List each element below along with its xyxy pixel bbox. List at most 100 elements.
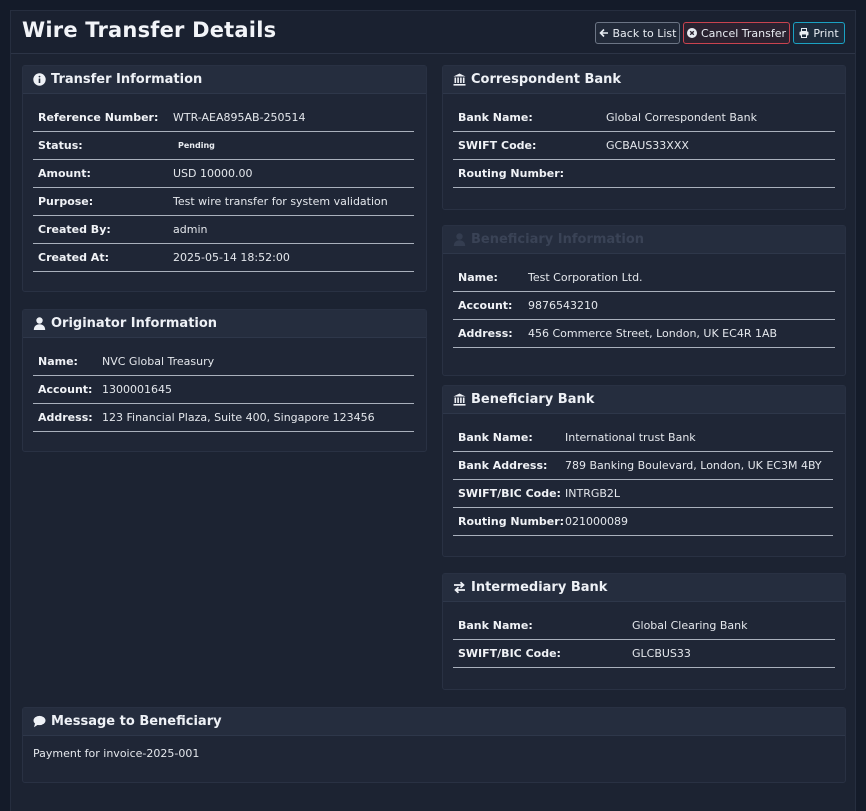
correspondent-routing-label: Routing Number: <box>458 167 565 180</box>
amount-value: USD 10000.00 <box>173 167 253 180</box>
amount-row: Amount: USD 10000.00 <box>33 160 414 188</box>
user-icon <box>453 233 466 246</box>
page-title: Wire Transfer Details <box>22 18 277 42</box>
beneficiary-bank-card: Beneficiary Bank Bank Name: Internationa… <box>442 385 846 557</box>
beneficiary-bank-swift-label: SWIFT/BIC Code: <box>458 487 561 500</box>
bank-icon <box>453 73 466 86</box>
amount-label: Amount: <box>38 167 91 180</box>
intermediary-bank-card: Intermediary Bank Bank Name: Global Clea… <box>442 573 846 690</box>
printer-icon <box>799 28 809 38</box>
correspondent-bank-header: Correspondent Bank <box>443 66 845 94</box>
purpose-row: Purpose: Test wire transfer for system v… <box>33 188 414 216</box>
intermediary-bank-title: Intermediary Bank <box>471 580 608 595</box>
reference-number-label: Reference Number: <box>38 111 159 124</box>
beneficiary-bank-address-value: 789 Banking Boulevard, London, UK EC3M 4… <box>565 459 822 472</box>
beneficiary-address-row: Address: 456 Commerce Street, London, UK… <box>453 320 835 348</box>
back-to-list-button[interactable]: Back to List <box>595 22 680 44</box>
originator-account-row: Account: 1300001645 <box>33 376 414 404</box>
message-card: Message to Beneficiary Payment for invoi… <box>22 707 846 783</box>
wire-transfer-page: Wire Transfer Details Back to List Cance… <box>10 10 856 811</box>
beneficiary-name-label: Name: <box>458 271 498 284</box>
cancel-transfer-button[interactable]: Cancel Transfer <box>683 22 790 44</box>
transfer-information-title: Transfer Information <box>51 72 203 87</box>
status-row: Status: Pending <box>33 132 414 160</box>
intermediary-swift-value: GLCBUS33 <box>632 647 691 660</box>
correspondent-bank-title: Correspondent Bank <box>471 72 622 87</box>
message-text: Payment for invoice-2025-001 <box>33 747 200 760</box>
originator-address-row: Address: 123 Financial Plaza, Suite 400,… <box>33 404 414 432</box>
originator-name-label: Name: <box>38 355 78 368</box>
beneficiary-bank-name-label: Bank Name: <box>458 431 533 444</box>
correspondent-bank-name-value: Global Correspondent Bank <box>606 111 757 124</box>
intermediary-bank-header: Intermediary Bank <box>443 574 845 602</box>
print-label: Print <box>813 26 839 40</box>
created-by-row: Created By: admin <box>33 216 414 244</box>
beneficiary-name-value: Test Corporation Ltd. <box>528 271 643 284</box>
intermediary-swift-row: SWIFT/BIC Code: GLCBUS33 <box>453 640 835 668</box>
correspondent-swift-label: SWIFT Code: <box>458 139 537 152</box>
exchange-arrows-icon <box>454 581 465 594</box>
reference-number-row: Reference Number: WTR-AEA895AB-250514 <box>33 104 414 132</box>
beneficiary-address-label: Address: <box>458 327 513 340</box>
intermediary-bank-name-row: Bank Name: Global Clearing Bank <box>453 612 835 640</box>
originator-name-value: NVC Global Treasury <box>102 355 215 368</box>
originator-information-card: Originator Information Name: NVC Global … <box>22 309 427 452</box>
user-icon <box>33 317 46 330</box>
beneficiary-account-value: 9876543210 <box>528 299 598 312</box>
created-at-value: 2025-05-14 18:52:00 <box>173 251 290 264</box>
beneficiary-bank-name-value: International trust Bank <box>565 431 696 444</box>
comment-icon <box>33 715 46 728</box>
created-at-label: Created At: <box>38 251 109 264</box>
beneficiary-information-title: Beneficiary Information <box>471 232 645 247</box>
print-button[interactable]: Print <box>793 22 845 44</box>
beneficiary-bank-swift-value: INTRGB2L <box>565 487 621 500</box>
status-badge: Pending <box>178 141 215 150</box>
beneficiary-bank-swift-row: SWIFT/BIC Code: INTRGB2L <box>453 480 833 508</box>
beneficiary-information-card: Beneficiary Information Name: Test Corpo… <box>442 225 846 376</box>
cancel-transfer-label: Cancel Transfer <box>701 26 786 40</box>
purpose-value: Test wire transfer for system validation <box>173 195 388 208</box>
beneficiary-name-row: Name: Test Corporation Ltd. <box>453 264 835 292</box>
beneficiary-address-value: 456 Commerce Street, London, UK EC4R 1AB <box>528 327 778 340</box>
beneficiary-account-row: Account: 9876543210 <box>453 292 835 320</box>
intermediary-swift-label: SWIFT/BIC Code: <box>458 647 561 660</box>
back-to-list-label: Back to List <box>612 26 677 40</box>
correspondent-bank-name-row: Bank Name: Global Correspondent Bank <box>453 104 835 132</box>
intermediary-bank-name-value: Global Clearing Bank <box>632 619 748 632</box>
times-circle-icon <box>687 28 697 38</box>
originator-address-label: Address: <box>38 411 93 424</box>
info-circle-icon <box>33 73 46 86</box>
correspondent-routing-row: Routing Number: <box>453 160 835 188</box>
originator-account-label: Account: <box>38 383 93 396</box>
beneficiary-bank-routing-label: Routing Number: <box>458 515 565 528</box>
transfer-information-header: Transfer Information <box>23 66 426 94</box>
beneficiary-bank-header: Beneficiary Bank <box>443 386 845 414</box>
correspondent-swift-row: SWIFT Code: GCBAUS33XXX <box>453 132 835 160</box>
beneficiary-information-header: Beneficiary Information <box>443 226 845 254</box>
beneficiary-bank-address-row: Bank Address: 789 Banking Boulevard, Lon… <box>453 452 833 480</box>
intermediary-bank-name-label: Bank Name: <box>458 619 533 632</box>
bank-icon <box>453 393 466 406</box>
message-header: Message to Beneficiary <box>23 708 845 736</box>
created-by-label: Created By: <box>38 223 111 236</box>
beneficiary-bank-address-label: Bank Address: <box>458 459 548 472</box>
page-header: Wire Transfer Details Back to List Cance… <box>11 11 855 54</box>
originator-information-title: Originator Information <box>51 316 218 331</box>
created-at-row: Created At: 2025-05-14 18:52:00 <box>33 244 414 272</box>
beneficiary-account-label: Account: <box>458 299 513 312</box>
message-title: Message to Beneficiary <box>51 714 222 729</box>
originator-name-row: Name: NVC Global Treasury <box>33 348 414 376</box>
originator-account-value: 1300001645 <box>102 383 172 396</box>
status-label: Status: <box>38 139 83 152</box>
transfer-information-card: Transfer Information Reference Number: W… <box>22 65 427 292</box>
correspondent-bank-card: Correspondent Bank Bank Name: Global Cor… <box>442 65 846 210</box>
beneficiary-bank-title: Beneficiary Bank <box>471 392 595 407</box>
reference-number-value: WTR-AEA895AB-250514 <box>173 111 306 124</box>
correspondent-bank-name-label: Bank Name: <box>458 111 533 124</box>
originator-information-header: Originator Information <box>23 310 426 338</box>
created-by-value: admin <box>173 223 208 236</box>
originator-address-value: 123 Financial Plaza, Suite 400, Singapor… <box>102 411 375 424</box>
correspondent-swift-value: GCBAUS33XXX <box>606 139 689 152</box>
arrow-left-icon <box>598 28 608 38</box>
beneficiary-bank-name-row: Bank Name: International trust Bank <box>453 424 833 452</box>
